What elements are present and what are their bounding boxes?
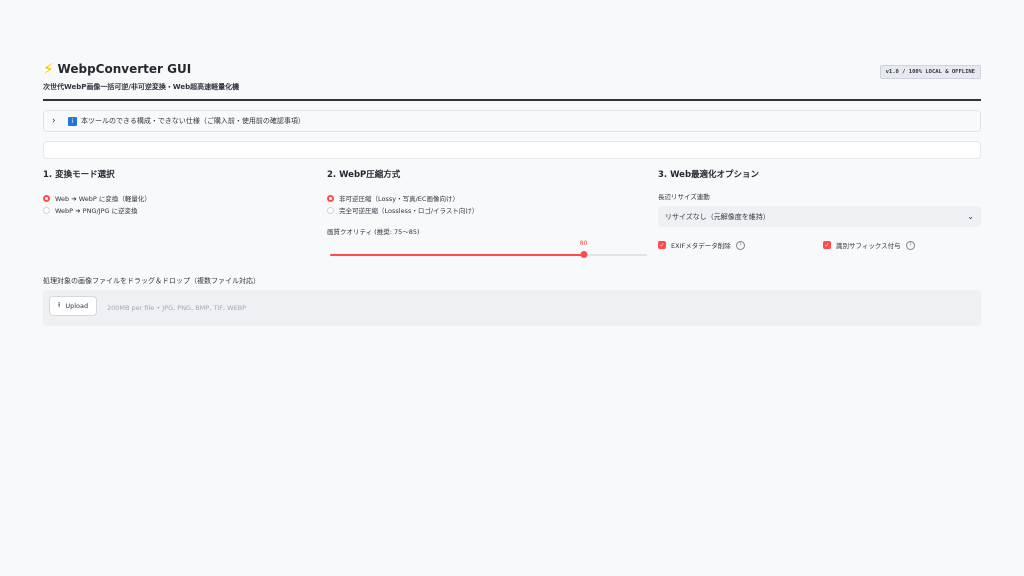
compression-section: 2. WebP圧縮方式 非可逆圧縮（Lossy・写真/EC画像向け） 完全可逆圧… <box>327 168 647 260</box>
radio-unselected-icon[interactable] <box>327 206 334 214</box>
uploader-hint: 200MB per file • JPG, PNG, BMP, TIF, WEB… <box>107 304 247 312</box>
exif-label: EXIFメタデータ削除 <box>671 242 731 250</box>
slider-fill <box>330 254 584 256</box>
mode-section: 1. 変換モード選択 Web ➔ WebP に変換（軽量化） WebP ➔ PN… <box>43 168 313 216</box>
help-icon[interactable]: ? <box>905 240 915 250</box>
resize-label: 長辺リサイズ連動 <box>658 193 710 201</box>
main-container: ⚡ WebpConverter GUI 次世代WebP画像一括可逆/非可逆変換・… <box>43 60 981 326</box>
exif-checkbox[interactable]: ✓ EXIFメタデータ削除 ? <box>658 240 745 250</box>
chevron-down-icon: ⌄ <box>967 212 974 221</box>
mode-heading: 1. 変換モード選択 <box>43 170 115 180</box>
options-section: 3. Web最適化オプション 長辺リサイズ連動 リサイズなし（元解像度を維持） … <box>658 168 981 254</box>
slider-thumb[interactable] <box>580 251 588 258</box>
mode-option-label: WebP ➔ PNG/JPG に逆変換 <box>55 207 138 215</box>
options-heading: 3. Web最適化オプション <box>658 170 760 180</box>
upload-button-label: Upload <box>65 302 89 310</box>
compression-option-label: 完全可逆圧縮（Lossless・ロゴ/イラスト向け） <box>339 207 479 215</box>
app-title: ⚡ WebpConverter GUI <box>43 60 191 78</box>
upload-icon: ⭱ <box>57 300 61 309</box>
version-badge: v1.0 / 100% LOCAL & OFFLINE <box>879 65 981 79</box>
mode-option-webp[interactable]: Web ➔ WebP に変換（軽量化） <box>43 192 313 204</box>
help-icon[interactable]: ? <box>735 240 745 250</box>
resize-select[interactable]: リサイズなし（元解像度を維持） ⌄ <box>658 206 981 227</box>
quality-label: 画質クオリティ (推奨: 75〜85) <box>327 228 420 236</box>
info-icon: i <box>68 116 77 126</box>
resize-select-value: リサイズなし（元解像度を維持） <box>665 212 770 221</box>
lightning-icon: ⚡ <box>43 60 54 78</box>
suffix-checkbox[interactable]: ✓ 識別サフィックス付与 ? <box>823 240 915 250</box>
header: ⚡ WebpConverter GUI 次世代WebP画像一括可逆/非可逆変換・… <box>43 60 981 101</box>
radio-selected-icon[interactable] <box>327 194 334 202</box>
header-divider <box>43 99 981 101</box>
spec-expander-label: 本ツールのできる構成・できない仕様（ご購入前・使用前の確認事項） <box>81 117 305 125</box>
upload-button[interactable]: ⭱ Upload <box>49 296 97 316</box>
quality-value: 80 <box>579 240 588 247</box>
checkbox-row: ✓ EXIFメタデータ削除 ? ✓ 識別サフィックス付与 ? <box>658 240 981 254</box>
spec-expander[interactable]: › i 本ツールのできる構成・できない仕様（ご購入前・使用前の確認事項） <box>43 110 981 132</box>
compression-option-lossy[interactable]: 非可逆圧縮（Lossy・写真/EC画像向け） <box>327 192 647 204</box>
compression-heading: 2. WebP圧縮方式 <box>327 170 401 180</box>
file-dropzone[interactable]: ⭱ Upload 200MB per file • JPG, PNG, BMP,… <box>43 290 981 326</box>
compression-option-label: 非可逆圧縮（Lossy・写真/EC画像向け） <box>339 195 459 203</box>
radio-unselected-icon[interactable] <box>43 206 50 214</box>
app-title-text: WebpConverter GUI <box>57 62 192 76</box>
suffix-label: 識別サフィックス付与 <box>836 242 901 250</box>
radio-selected-icon[interactable] <box>43 194 50 202</box>
app-subtitle: 次世代WebP画像一括可逆/非可逆変換・Web超高速軽量化機 <box>43 83 240 91</box>
uploader-label: 処理対象の画像ファイルをドラッグ＆ドロップ（複数ファイル対応） <box>43 277 260 285</box>
mode-option-label: Web ➔ WebP に変換（軽量化） <box>55 195 151 203</box>
compression-option-lossless[interactable]: 完全可逆圧縮（Lossless・ロゴ/イラスト向け） <box>327 204 647 216</box>
checkbox-checked-icon[interactable]: ✓ <box>823 241 831 249</box>
empty-panel <box>43 141 981 159</box>
quality-slider[interactable]: 80 <box>327 240 647 260</box>
mode-option-reverse[interactable]: WebP ➔ PNG/JPG に逆変換 <box>43 204 313 216</box>
chevron-right-icon: › <box>52 116 56 126</box>
checkbox-checked-icon[interactable]: ✓ <box>658 241 666 249</box>
